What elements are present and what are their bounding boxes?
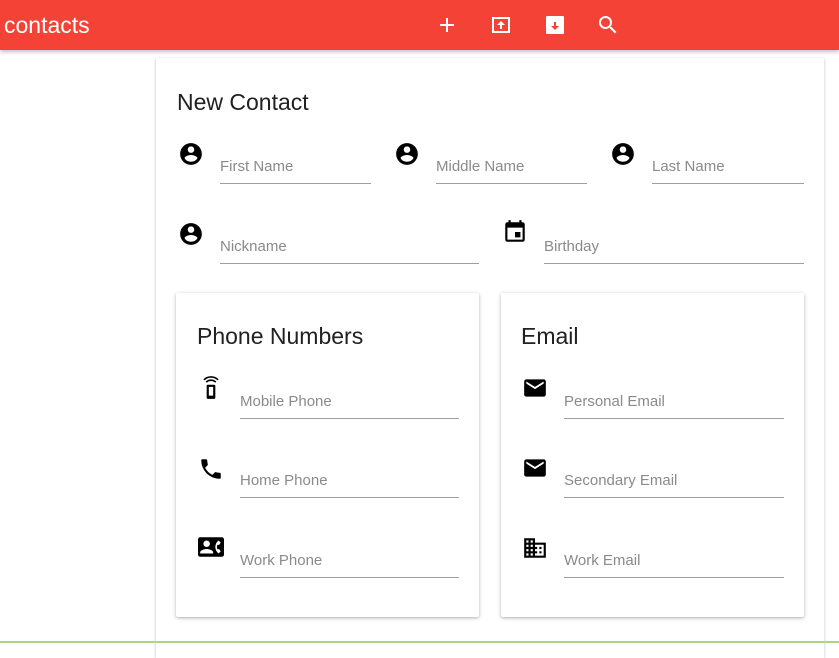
app-title: contacts xyxy=(4,12,90,38)
work-email-field[interactable] xyxy=(564,538,784,578)
mobile-phone-field[interactable] xyxy=(240,379,459,419)
work-email-input[interactable] xyxy=(564,548,784,572)
personal-email-field[interactable] xyxy=(564,379,784,419)
nickname-input[interactable] xyxy=(220,234,479,258)
work-phone-input[interactable] xyxy=(240,548,459,572)
birthday-input[interactable] xyxy=(544,234,804,258)
app-bar: contacts xyxy=(0,0,839,50)
middle-name-input[interactable] xyxy=(436,154,587,178)
upload-icon[interactable] xyxy=(489,13,513,37)
account-circle-icon xyxy=(610,141,636,167)
first-name-field[interactable] xyxy=(220,144,371,184)
personal-email-input[interactable] xyxy=(564,389,784,413)
mail-icon xyxy=(522,375,548,401)
phone-icon xyxy=(198,456,224,482)
download-icon[interactable] xyxy=(543,13,567,37)
first-name-input[interactable] xyxy=(220,154,371,178)
calendar-icon xyxy=(502,219,528,245)
middle-name-field[interactable] xyxy=(436,144,587,184)
home-phone-field[interactable] xyxy=(240,458,459,498)
account-circle-icon xyxy=(394,141,420,167)
last-name-input[interactable] xyxy=(652,154,804,178)
email-title: Email xyxy=(521,323,579,349)
work-phone-field[interactable] xyxy=(240,538,459,578)
mail-icon xyxy=(522,455,548,481)
birthday-field[interactable] xyxy=(544,224,804,264)
home-phone-input[interactable] xyxy=(240,468,459,492)
business-icon xyxy=(522,535,548,561)
account-circle-icon xyxy=(178,141,204,167)
account-circle-icon xyxy=(178,221,204,247)
last-name-field[interactable] xyxy=(652,144,804,184)
search-icon[interactable] xyxy=(596,13,620,37)
secondary-email-input[interactable] xyxy=(564,468,784,492)
mobile-phone-icon xyxy=(198,375,224,401)
phone-numbers-title: Phone Numbers xyxy=(197,323,364,349)
mobile-phone-input[interactable] xyxy=(240,389,459,413)
contact-phone-icon xyxy=(196,534,226,560)
page-title: New Contact xyxy=(177,89,309,115)
add-icon[interactable] xyxy=(435,13,459,37)
secondary-email-field[interactable] xyxy=(564,458,784,498)
nickname-field[interactable] xyxy=(220,224,479,264)
